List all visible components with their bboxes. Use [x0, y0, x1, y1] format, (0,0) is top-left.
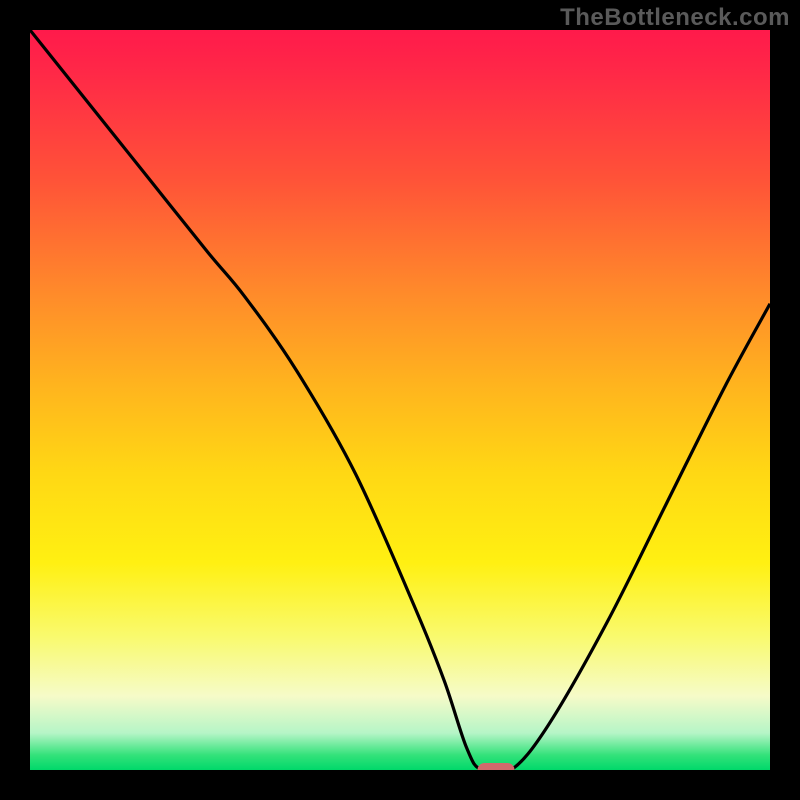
watermark-text: TheBottleneck.com — [560, 4, 790, 32]
curve-path — [30, 30, 770, 770]
chart-frame: TheBottleneck.com — [0, 0, 800, 800]
optimal-marker — [478, 763, 515, 770]
plot-area — [30, 30, 770, 770]
bottleneck-curve — [30, 30, 770, 770]
